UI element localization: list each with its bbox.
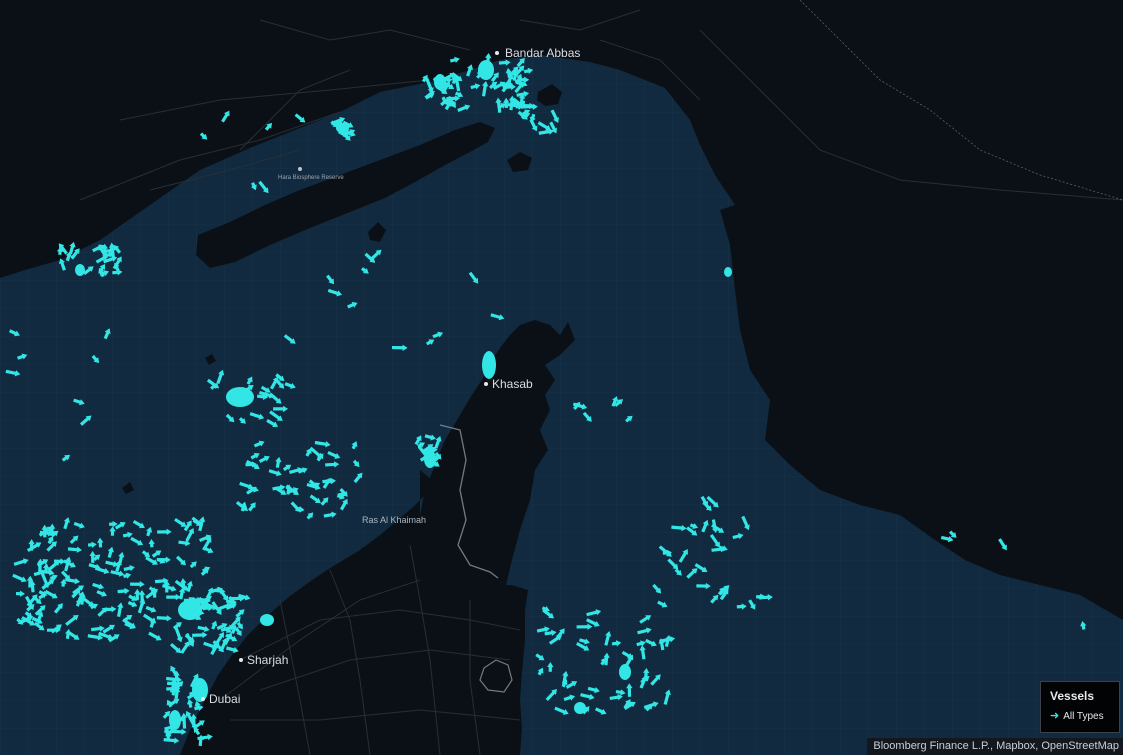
vessel-cluster[interactable] [226,387,254,407]
khasab-label: Khasab [492,377,533,391]
vessel-cluster[interactable] [169,710,181,730]
ras-al-khaimah-label: Ras Al Khaimah [362,515,426,525]
vessels-legend: Vessels ➜ All Types [1040,681,1120,733]
map-canvas[interactable]: Bandar Abbas Hara Biosphere Reserve Khas… [0,0,1123,755]
vessel-cluster[interactable] [724,267,732,277]
hara-reserve-label: Hara Biosphere Reserve [278,175,344,181]
vessel-cluster[interactable] [178,600,202,620]
legend-item-all-types[interactable]: ➜ All Types [1050,710,1110,723]
hara-reserve-marker[interactable] [298,167,302,171]
bandar-abbas-label: Bandar Abbas [505,46,580,60]
vessel-cluster[interactable] [192,678,208,702]
vessel-cluster[interactable] [75,264,85,276]
sharjah-marker[interactable] [239,658,243,662]
vessel-arrow-icon: ➜ [1050,710,1060,722]
vessel-cluster[interactable] [619,664,631,680]
vessel-cluster[interactable] [574,702,586,714]
map-svg[interactable]: Bandar Abbas Hara Biosphere Reserve Khas… [0,0,1123,755]
legend-item-label: All Types [1063,711,1104,722]
dubai-marker[interactable] [201,697,205,701]
sharjah-label: Sharjah [247,653,288,667]
vessel-cluster[interactable] [434,74,446,90]
legend-title: Vessels [1050,689,1095,703]
vessel-cluster[interactable] [478,60,494,80]
vessel-cluster[interactable] [482,351,496,379]
bandar-abbas-marker[interactable] [495,51,499,55]
vessel-cluster[interactable] [341,122,349,134]
vessel-cluster[interactable] [424,450,436,468]
vessel-cluster[interactable] [260,614,274,626]
map-attribution[interactable]: Bloomberg Finance L.P., Mapbox, OpenStre… [867,738,1123,755]
dubai-label: Dubai [209,692,240,706]
khasab-marker[interactable] [484,382,488,386]
